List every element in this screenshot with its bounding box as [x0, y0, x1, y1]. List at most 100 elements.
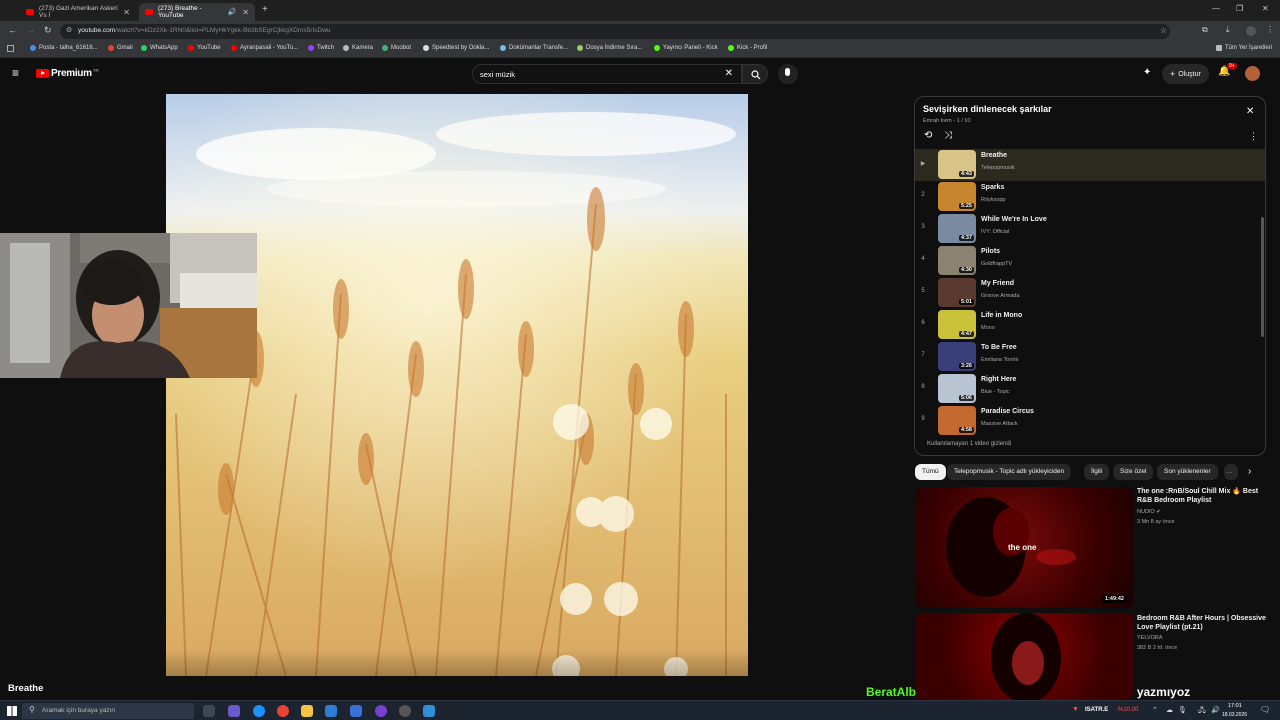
- studio-icon[interactable]: ✦: [1143, 67, 1151, 78]
- logo-country: TR: [92, 68, 99, 73]
- chip-for-you[interactable]: Size özel: [1113, 464, 1154, 480]
- playlist-item-title: To Be Free: [981, 344, 1017, 351]
- playlist-item[interactable]: 9 4:58 Paradise Circus Massive Attack: [915, 405, 1265, 437]
- playlist-item-index: 8: [921, 384, 925, 390]
- tray-chevron-icon[interactable]: ⌃: [1152, 706, 1158, 714]
- bookmark-item[interactable]: Speedtest by Ookla...: [423, 45, 489, 51]
- taskbar-search[interactable]: ⚲ Aramak için buraya yazın: [22, 703, 194, 719]
- playlist-item[interactable]: ▶ 4:43 Breathe Telepopmusik: [915, 149, 1265, 181]
- playlist-scrollbar[interactable]: [1261, 217, 1264, 337]
- app-icon[interactable]: [423, 705, 435, 717]
- bookmark-item[interactable]: Ayranpasali - YouTu...: [231, 45, 298, 51]
- voice-search-button[interactable]: [778, 64, 798, 84]
- create-button[interactable]: + Oluştur: [1162, 64, 1209, 84]
- playlist-menu-icon[interactable]: ⋮: [1249, 131, 1258, 142]
- extensions-icon[interactable]: ⧉: [1202, 25, 1208, 35]
- file-explorer-icon[interactable]: [301, 705, 313, 717]
- url-bar[interactable]: ⚙ youtube.com/watch?v=kDz2Xk-1RN0&list=P…: [60, 24, 1170, 39]
- bookmark-item[interactable]: Dokümanlar Transfe...: [500, 45, 568, 51]
- playlist-item-index: 3: [921, 224, 925, 230]
- chevron-right-icon[interactable]: ›: [1248, 466, 1251, 477]
- bookmark-item[interactable]: Twitch: [308, 45, 334, 51]
- tray-icon[interactable]: ☁: [1166, 706, 1173, 714]
- edge-icon[interactable]: [253, 705, 265, 717]
- hamburger-menu-icon[interactable]: ≡: [12, 66, 19, 80]
- app-icon[interactable]: [399, 705, 411, 717]
- close-icon[interactable]: ✕: [242, 8, 249, 17]
- notification-center-icon[interactable]: 🗨: [1260, 705, 1270, 714]
- reload-icon[interactable]: ↻: [44, 25, 52, 36]
- task-view-icon[interactable]: [203, 705, 215, 717]
- clock-date[interactable]: 18.03.2026: [1222, 712, 1247, 718]
- tab-title: (273) Gazi Amerikan Askeri Vs İ: [39, 5, 118, 19]
- store-icon[interactable]: [325, 705, 337, 717]
- windows-start-icon[interactable]: [7, 706, 17, 716]
- playlist-item-title: Right Here: [981, 376, 1017, 383]
- all-bookmarks[interactable]: Tüm Yer İşaretleri: [1216, 45, 1272, 51]
- obs-icon[interactable]: [375, 705, 387, 717]
- playlist-item[interactable]: 4 4:30 Pilots GoldfrappTV: [915, 245, 1265, 277]
- playlist-item[interactable]: 5 5:01 My Friend Groove Armada: [915, 277, 1265, 309]
- loop-icon[interactable]: ⟲: [924, 130, 932, 141]
- chrome-icon[interactable]: [277, 705, 289, 717]
- new-tab-icon[interactable]: +: [262, 4, 268, 15]
- shuffle-icon[interactable]: ⤨: [944, 130, 952, 141]
- site-info-icon[interactable]: ⚙: [66, 26, 72, 34]
- playlist-item[interactable]: 8 5:06 Right Here Blue - Topic: [915, 373, 1265, 405]
- duration-badge: 3:26: [958, 363, 974, 369]
- browser-tab[interactable]: (273) Gazi Amerikan Askeri Vs İ ✕: [20, 3, 136, 21]
- chip-more-partial[interactable]: …: [1224, 464, 1238, 480]
- bookmark-item[interactable]: WhatsApp: [141, 45, 178, 51]
- close-playlist-icon[interactable]: ✕: [1246, 106, 1254, 117]
- apps-grid-icon[interactable]: [7, 45, 14, 52]
- bookmark-item[interactable]: Kick - Profil: [728, 45, 767, 51]
- bookmark-item[interactable]: Posta - talha_61616...: [30, 45, 98, 51]
- maximize-icon[interactable]: ❐: [1236, 4, 1243, 13]
- chip-related[interactable]: İlgili: [1084, 464, 1110, 480]
- download-icon[interactable]: ⤓: [1226, 25, 1230, 35]
- app-icon[interactable]: [350, 705, 362, 717]
- profile-avatar[interactable]: [1246, 26, 1256, 36]
- playlist-item[interactable]: 6 4:47 Life in Mono Mono: [915, 309, 1265, 341]
- bookmark-item[interactable]: Dosya İndirme Sıra...: [577, 45, 642, 51]
- chip-channel[interactable]: Telepopmusik - Topic adlı yükleyiciden: [947, 464, 1072, 480]
- chip-all[interactable]: Tümü: [915, 464, 946, 480]
- playlist-item[interactable]: 7 3:26 To Be Free Emiliana Torrini: [915, 341, 1265, 373]
- bookmark-item[interactable]: Gmail: [108, 45, 133, 51]
- microphone-icon[interactable]: 🎙: [1178, 706, 1187, 714]
- recommendation-thumbnail[interactable]: the one 1:49:42: [916, 487, 1133, 608]
- clock-time[interactable]: 17:01: [1228, 703, 1242, 709]
- minimize-icon[interactable]: —: [1212, 4, 1220, 13]
- stock-ticker[interactable]: ISATR.E: [1085, 707, 1108, 713]
- search-button[interactable]: [742, 64, 768, 84]
- back-icon[interactable]: ←: [8, 25, 17, 35]
- recommendation-thumbnail[interactable]: [916, 613, 1133, 700]
- playlist-item[interactable]: 3 4:37 While We're In Love IVY: Official: [915, 213, 1265, 245]
- avatar[interactable]: [1245, 66, 1260, 81]
- bookmark-label: Twitch: [317, 45, 335, 51]
- recommendation-channel[interactable]: NUDIO: [1137, 509, 1155, 515]
- clear-search-icon[interactable]: ✕: [725, 68, 733, 79]
- youtube-logo[interactable]: Premium TR: [36, 68, 99, 79]
- search-input[interactable]: sexi müzik ✕: [472, 64, 742, 84]
- browser-tab-active[interactable]: (273) Breathe - YouTube 🔊 ✕: [139, 3, 255, 21]
- volume-icon[interactable]: 🔊: [1211, 706, 1220, 714]
- bookmark-item[interactable]: Kamera: [343, 45, 373, 51]
- bookmark-star-icon[interactable]: ☆: [1160, 26, 1167, 35]
- bookmark-item[interactable]: Yayıncı Paneli - Kick: [654, 45, 718, 51]
- bookmark-item[interactable]: YouTube: [188, 45, 221, 51]
- bookmark-item[interactable]: Moobot: [382, 45, 411, 51]
- window-close-icon[interactable]: ✕: [1262, 4, 1269, 13]
- recommendation-title[interactable]: The one :RnB/Soul Chill Mix 🔥 Best R&B B…: [1137, 487, 1272, 505]
- forward-icon[interactable]: →: [26, 25, 35, 35]
- chip-recent[interactable]: Son yüklenenler: [1157, 464, 1218, 480]
- menu-dots-icon[interactable]: ⋮: [1266, 25, 1274, 34]
- close-icon[interactable]: ✕: [123, 8, 130, 17]
- network-icon[interactable]: 🖧: [1198, 706, 1206, 717]
- speaker-icon[interactable]: 🔊: [228, 8, 237, 16]
- recommendation-channel[interactable]: YELVORA: [1137, 635, 1163, 641]
- recommendation-title[interactable]: Bedroom R&B After Hours | Obsessive Love…: [1137, 614, 1272, 632]
- video-player[interactable]: [166, 94, 748, 676]
- app-icon[interactable]: [228, 705, 240, 717]
- playlist-item[interactable]: 2 5:25 Sparks Röyksopp: [915, 181, 1265, 213]
